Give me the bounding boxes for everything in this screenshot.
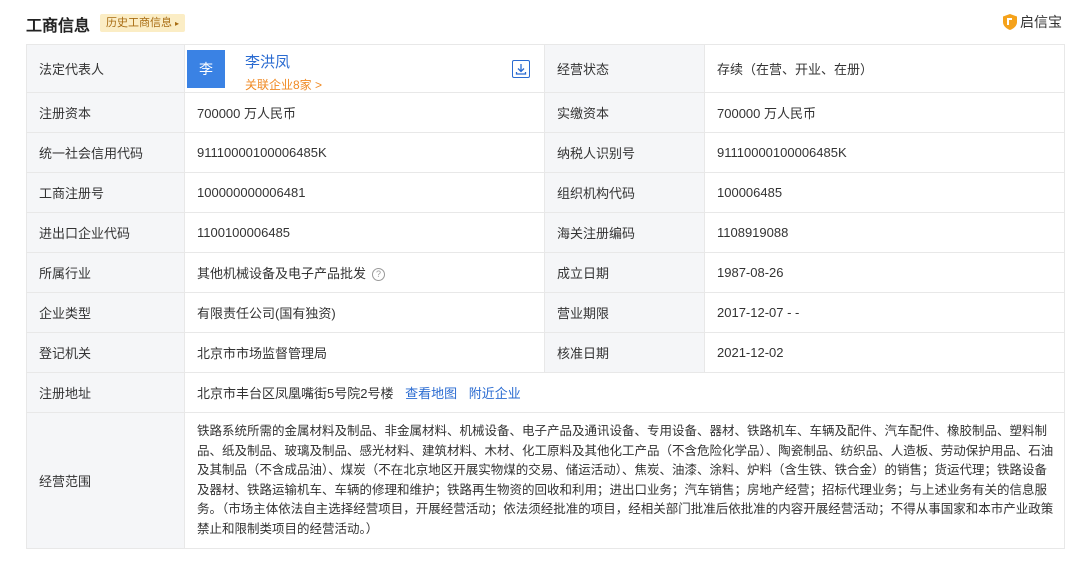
table-row: 工商注册号 100000000006481 组织机构代码 100006485: [26, 172, 1065, 213]
field-value: 2021-12-02: [704, 332, 1065, 373]
table-row: 所属行业 其他机械设备及电子产品批发? 成立日期 1987-08-26: [26, 252, 1065, 293]
page-title: 工商信息: [26, 18, 91, 35]
brand-name: 启信宝: [1020, 14, 1062, 30]
table-row: 注册资本 700000 万人民币 实缴资本 700000 万人民币: [26, 92, 1065, 133]
address-value: 北京市丰台区凤凰嘴街5号院2号楼: [197, 386, 394, 401]
field-value: 100006485: [704, 172, 1065, 213]
field-label: 工商注册号: [26, 172, 185, 213]
brand-logo: 启信宝: [1003, 12, 1062, 32]
field-value: 1100100006485: [184, 212, 545, 253]
field-value: 有限责任公司(国有独资): [184, 292, 545, 333]
field-label: 纳税人识别号: [544, 132, 705, 173]
field-value: 91110000100006485K: [184, 132, 545, 173]
nearby-companies-link[interactable]: 附近企业: [469, 386, 521, 401]
business-info-table: 法定代表人 李 李洪凤 关联企业8家 > 经营状态 存续（在营、开业、在册） 注…: [26, 44, 1065, 549]
field-value: 其他机械设备及电子产品批发: [197, 266, 367, 281]
field-label: 营业期限: [544, 292, 705, 333]
field-label: 所属行业: [26, 252, 185, 293]
legal-rep-cell: 李 李洪凤 关联企业8家 >: [184, 44, 545, 93]
field-label: 实缴资本: [544, 92, 705, 133]
scope-value: 铁路系统所需的金属材料及制品、非金属材料、机械设备、电子产品及通讯设备、专用设备…: [197, 424, 1054, 536]
address-label: 注册地址: [26, 372, 185, 413]
field-label: 登记机关: [26, 332, 185, 373]
history-info-label: 历史工商信息: [106, 17, 172, 29]
scope-cell: 铁路系统所需的金属材料及制品、非金属材料、机械设备、电子产品及通讯设备、专用设备…: [184, 412, 1065, 549]
address-cell: 北京市丰台区凤凰嘴街5号院2号楼 查看地图 附近企业: [184, 372, 1065, 413]
status-label: 经营状态: [544, 44, 705, 93]
field-value: 1987-08-26: [704, 252, 1065, 293]
download-icon[interactable]: [512, 60, 530, 78]
field-label: 组织机构代码: [544, 172, 705, 213]
field-label: 核准日期: [544, 332, 705, 373]
header-bar: 工商信息 历史工商信息 ▸ 启信宝: [0, 0, 1080, 44]
legal-rep-label: 法定代表人: [26, 44, 185, 93]
field-value: 北京市市场监督管理局: [184, 332, 545, 373]
table-row: 进出口企业代码 1100100006485 海关注册编码 1108919088: [26, 212, 1065, 253]
question-circle-icon[interactable]: ?: [372, 268, 386, 281]
field-label: 成立日期: [544, 252, 705, 293]
scope-label: 经营范围: [26, 412, 185, 549]
field-label: 海关注册编码: [544, 212, 705, 253]
shield-logo-icon: [1003, 14, 1017, 30]
field-label: 企业类型: [26, 292, 185, 333]
field-label: 统一社会信用代码: [26, 132, 185, 173]
field-value: 1108919088: [704, 212, 1065, 253]
table-row: 登记机关 北京市市场监督管理局 核准日期 2021-12-02: [26, 332, 1065, 373]
table-row: 经营范围 铁路系统所需的金属材料及制品、非金属材料、机械设备、电子产品及通讯设备…: [26, 412, 1065, 549]
field-value: 2017-12-07 - -: [704, 292, 1065, 333]
table-row: 企业类型 有限责任公司(国有独资) 营业期限 2017-12-07 - -: [26, 292, 1065, 333]
industry-cell: 其他机械设备及电子产品批发?: [184, 252, 545, 293]
history-info-button[interactable]: 历史工商信息 ▸: [100, 14, 186, 32]
table-row: 统一社会信用代码 91110000100006485K 纳税人识别号 91110…: [26, 132, 1065, 173]
field-value: 700000 万人民币: [184, 92, 545, 133]
view-map-link[interactable]: 查看地图: [405, 386, 457, 401]
field-value: 91110000100006485K: [704, 132, 1065, 173]
field-value: 700000 万人民币: [704, 92, 1065, 133]
field-label: 注册资本: [26, 92, 185, 133]
avatar: 李: [187, 50, 225, 88]
related-companies-link[interactable]: 关联企业8家 >: [245, 76, 322, 93]
table-row: 注册地址 北京市丰台区凤凰嘴街5号院2号楼 查看地图 附近企业: [26, 372, 1065, 413]
legal-rep-name-link[interactable]: 李洪凤: [245, 51, 290, 72]
field-value: 100000000006481: [184, 172, 545, 213]
caret-right-icon: ▸: [175, 19, 180, 28]
table-row: 法定代表人 李 李洪凤 关联企业8家 > 经营状态 存续（在营、开业、在册）: [26, 44, 1065, 93]
field-label: 进出口企业代码: [26, 212, 185, 253]
status-value: 存续（在营、开业、在册）: [704, 44, 1065, 93]
